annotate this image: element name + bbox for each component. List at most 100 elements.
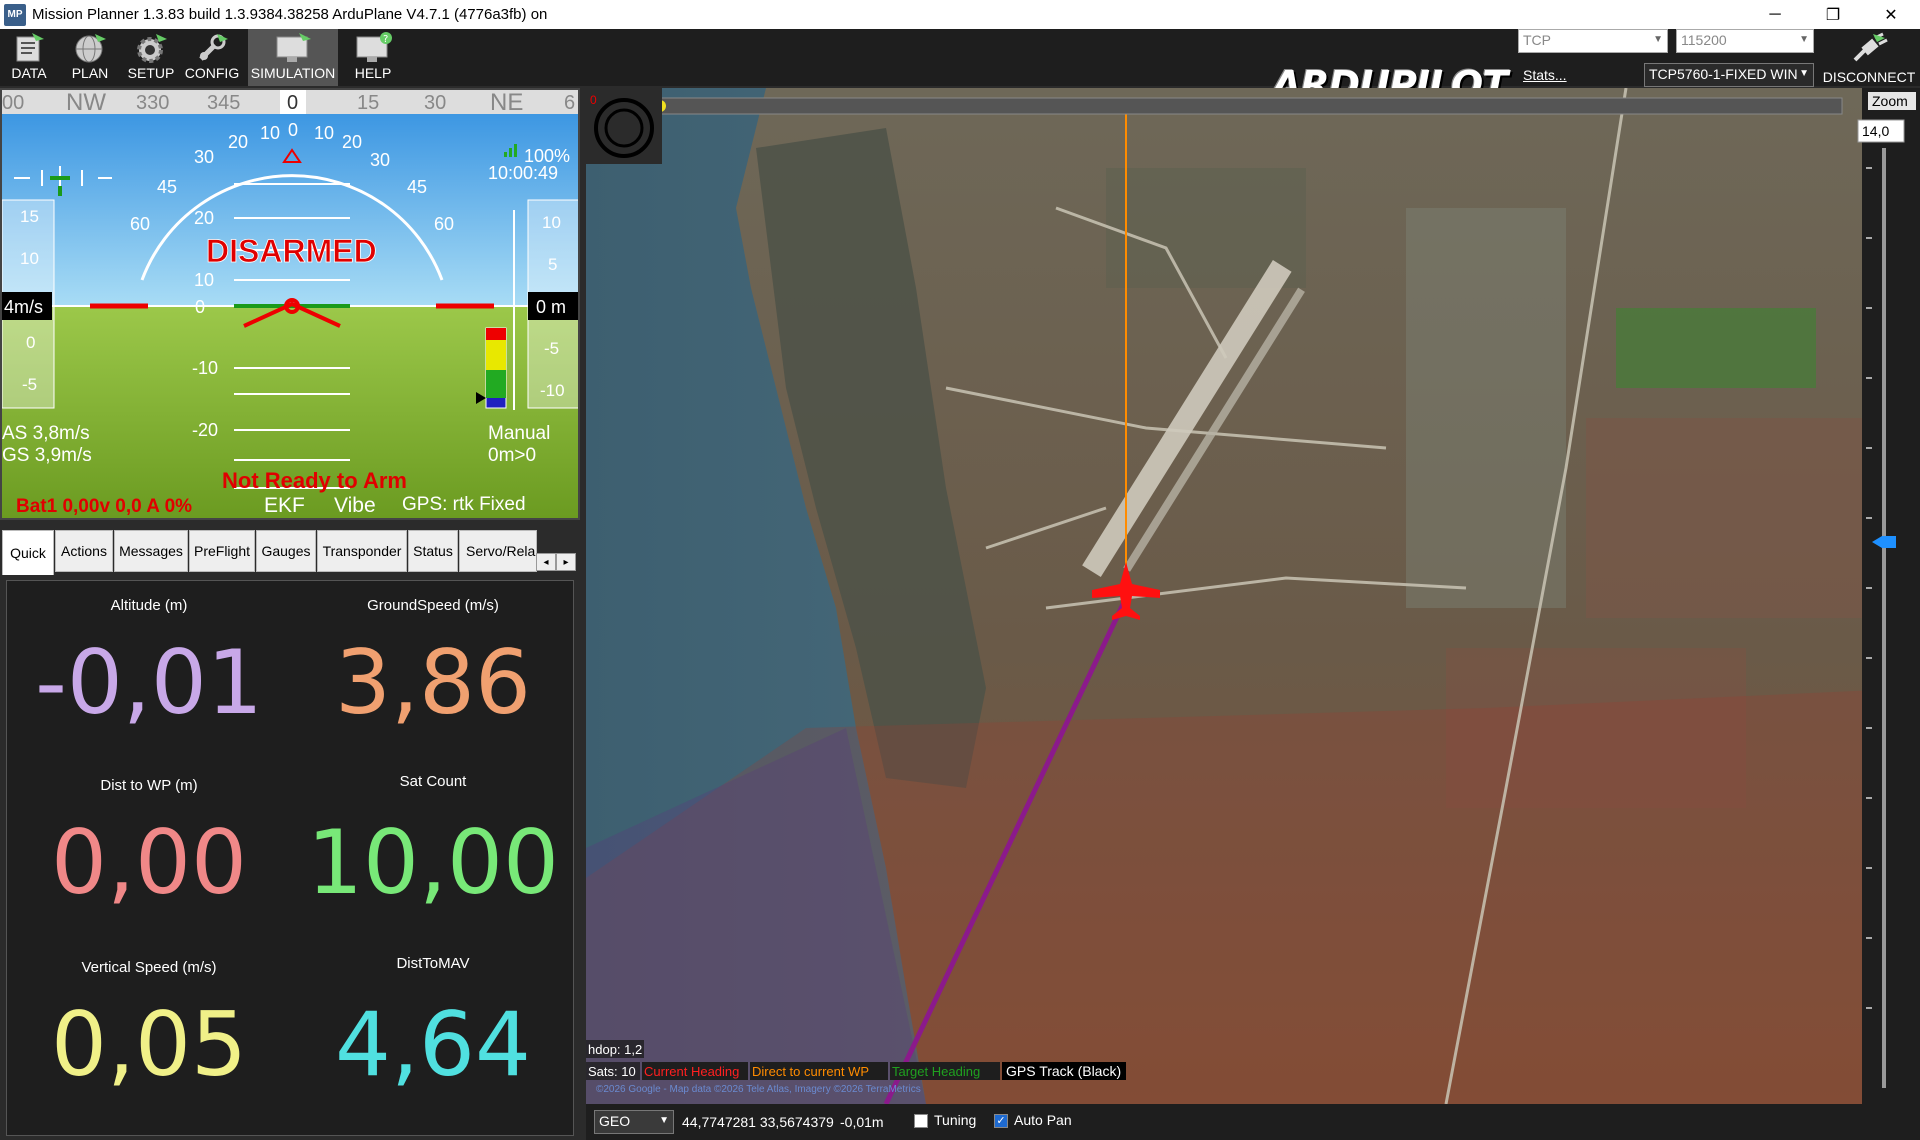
globe-icon (61, 29, 119, 67)
svg-text:14,0: 14,0 (1862, 123, 1889, 139)
svg-text:-10: -10 (192, 358, 218, 378)
altitude-readout-map: -0,01m (840, 1114, 884, 1130)
help-monitor-icon: ? (344, 29, 402, 67)
minimize-button[interactable]: ─ (1746, 0, 1804, 29)
flight-mode: Manual (488, 423, 550, 444)
sats-text: Sats: 10 (588, 1064, 636, 1079)
close-button[interactable]: ✕ (1862, 0, 1920, 29)
waypoint-info: 0m>0 (488, 445, 536, 466)
quick-altitude[interactable]: Altitude (m) -0,01 (7, 581, 291, 763)
data-icon (0, 29, 58, 67)
config-button[interactable]: CONFIG (183, 29, 241, 86)
map-copyright: ©2026 Google - Map data ©2026 Tele Atlas… (596, 1084, 921, 1095)
tab-servo-relay[interactable]: Servo/Rela (459, 530, 537, 572)
svg-text:10: 10 (20, 249, 39, 268)
svg-text:10: 10 (314, 123, 334, 143)
baud-rate-select[interactable]: 115200 ▼ (1676, 29, 1814, 53)
plan-button[interactable]: PLAN (61, 29, 119, 86)
quick-dist-to-wp[interactable]: Dist to WP (m) 0,00 (7, 761, 291, 943)
chevron-down-icon: ▼ (1799, 68, 1809, 79)
app-icon: MP (4, 3, 26, 26)
tuning-checkbox[interactable] (914, 1114, 928, 1128)
compass-labels: 00 NW 330 345 0 15 30 NE 6 (2, 90, 575, 116)
autopan-checkbox[interactable]: ✓ (994, 1114, 1008, 1128)
stats-link[interactable]: Stats... (1523, 67, 1567, 83)
quick-sat-count[interactable]: Sat Count 10,00 (291, 757, 575, 939)
svg-text:10: 10 (194, 270, 214, 290)
wrench-icon (183, 29, 241, 67)
svg-text:00: 00 (2, 92, 24, 114)
quick-panel: Altitude (m) -0,01 GroundSpeed (m/s) 3,8… (6, 580, 574, 1136)
tuning-label: Tuning (934, 1112, 977, 1128)
tab-gauges[interactable]: Gauges (256, 530, 316, 572)
disconnect-button[interactable]: DISCONNECT (1822, 29, 1916, 85)
svg-text:0: 0 (287, 92, 298, 114)
quick-dist-to-mav[interactable]: DistToMAV 4,64 (291, 939, 575, 1121)
speed-readout: 4m/s (4, 297, 43, 317)
svg-text:345: 345 (207, 92, 240, 114)
simulation-button[interactable]: SIMULATION (248, 29, 338, 86)
gps-status: GPS: rtk Fixed (402, 494, 526, 515)
tab-status[interactable]: Status (408, 530, 458, 572)
tab-actions[interactable]: Actions (55, 530, 113, 572)
svg-text:60: 60 (130, 214, 150, 234)
svg-text:6: 6 (564, 92, 575, 114)
quick-vertical-speed[interactable]: Vertical Speed (m/s) 0,05 (7, 943, 291, 1125)
svg-text:30: 30 (370, 150, 390, 170)
tab-quick[interactable]: Quick (2, 530, 54, 575)
svg-text:-10: -10 (540, 381, 565, 400)
svg-text:30: 30 (194, 147, 214, 167)
autopan-label: Auto Pan (1014, 1112, 1072, 1128)
map-timeline-slider (651, 97, 1843, 115)
hud-display[interactable]: 00 NW 330 345 0 15 30 NE 6 0 10 10 20 20… (0, 88, 580, 520)
window-title: Mission Planner 1.3.83 build 1.3.9384.38… (32, 6, 548, 23)
legend-target-heading: Target Heading (892, 1064, 980, 1079)
window-controls: ─ ❐ ✕ (1746, 0, 1920, 29)
arm-warning: Not Ready to Arm (222, 468, 407, 493)
svg-text:0: 0 (288, 120, 298, 140)
tab-bar: Quick Actions Messages PreFlight Gauges … (0, 527, 580, 575)
tab-preflight[interactable]: PreFlight (189, 530, 255, 572)
connection-type-select[interactable]: TCP ▼ (1518, 29, 1668, 53)
hud-time: 10:00:49 (488, 163, 558, 183)
svg-text:-20: -20 (192, 420, 218, 440)
map-view[interactable]: 0 Zoom 14,0 hdop: 1,2 Sats: 10 Current H… (586, 88, 1920, 1104)
svg-text:-5: -5 (544, 339, 559, 358)
tab-scroll-left[interactable]: ◂ (536, 553, 556, 571)
armed-status: DISARMED (206, 233, 377, 269)
coord-mode-select[interactable]: GEO ▼ (594, 1110, 674, 1134)
legend-direct-wp: Direct to current WP (752, 1064, 869, 1079)
green-field (1616, 308, 1816, 388)
restore-button[interactable]: ❐ (1804, 0, 1862, 29)
svg-text:0: 0 (26, 333, 35, 352)
port-select[interactable]: TCP5760-1-FIXED WIN ▼ (1644, 63, 1814, 87)
ekf-status: EKF (264, 494, 305, 517)
svg-text:0: 0 (195, 297, 205, 317)
svg-text:20: 20 (228, 132, 248, 152)
chevron-down-icon: ▼ (1799, 34, 1809, 45)
field-patch (1406, 208, 1566, 608)
svg-text:20: 20 (342, 132, 362, 152)
svg-text:45: 45 (407, 177, 427, 197)
svg-text:NW: NW (66, 90, 106, 116)
tab-messages[interactable]: Messages (114, 530, 188, 572)
svg-text:330: 330 (136, 92, 169, 114)
airspeed-text: AS 3,8m/s (2, 423, 90, 444)
svg-text:20: 20 (194, 208, 214, 228)
svg-text:10: 10 (260, 123, 280, 143)
quick-groundspeed[interactable]: GroundSpeed (m/s) 3,86 (291, 581, 575, 763)
svg-text:15: 15 (357, 92, 379, 114)
tab-scroll-right[interactable]: ▸ (556, 553, 576, 571)
tab-transponder[interactable]: Transponder (317, 530, 407, 572)
chevron-down-icon: ▼ (1653, 34, 1663, 45)
map-status-bar: GEO ▼ 44,7747281 33,5674379 -0,01m Tuning… (586, 1104, 1920, 1140)
setup-button[interactable]: SETUP (122, 29, 180, 86)
svg-text:30: 30 (424, 92, 446, 114)
gear-icon (122, 29, 180, 67)
main-toolbar: DATA PLAN SETUP CONFIG SIMULATION ? HELP… (0, 29, 1920, 107)
coordinates-readout: 44,7747281 33,5674379 (682, 1114, 834, 1130)
help-button[interactable]: ? HELP (344, 29, 402, 86)
legend-gps-track: GPS Track (Black) (1006, 1063, 1121, 1079)
data-button[interactable]: DATA (0, 29, 58, 86)
vibe-status: Vibe (334, 494, 376, 517)
